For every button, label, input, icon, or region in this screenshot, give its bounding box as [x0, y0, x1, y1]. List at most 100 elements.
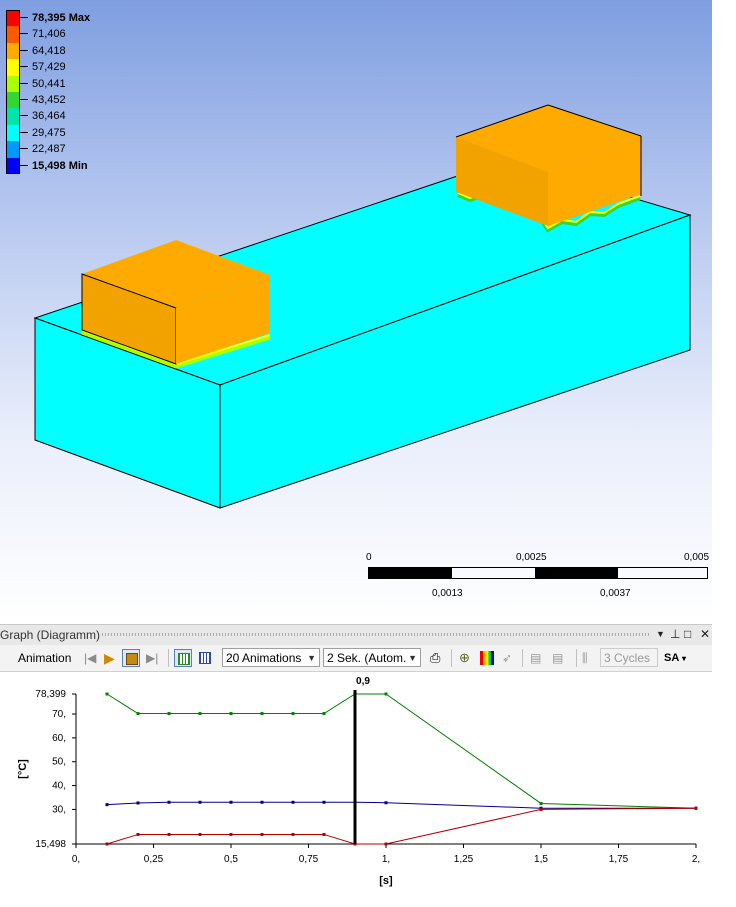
- maximize-icon[interactable]: □: [684, 627, 691, 641]
- x-tick-label: 0,5: [224, 854, 238, 865]
- next-frame-icon[interactable]: ▶|: [146, 649, 158, 667]
- probe-icon[interactable]: ➶: [502, 649, 512, 667]
- chevron-down-icon: ▾: [681, 654, 686, 663]
- y-tick-label: 30,: [52, 804, 66, 815]
- chevron-down-icon: ▼: [408, 653, 417, 663]
- dropdown-icon[interactable]: ▼: [656, 629, 665, 639]
- toolbar-separator: [168, 649, 169, 667]
- scale-bar-segments: [368, 567, 708, 579]
- data-point: [167, 800, 171, 804]
- data-point: [384, 801, 388, 805]
- cycles-value: 3 Cycles: [604, 651, 651, 665]
- data-point: [539, 801, 543, 805]
- y-axis-label: [°C]: [17, 759, 29, 779]
- series-line: [106, 807, 697, 845]
- scale-label-0: 0: [366, 552, 372, 563]
- data-point: [694, 806, 698, 810]
- data-point: [136, 832, 140, 836]
- result-sets-button[interactable]: [196, 649, 214, 667]
- panel-header-dots: [102, 633, 650, 636]
- animation-frames-value: 20 Animations: [226, 651, 302, 665]
- data-point: [105, 803, 109, 807]
- panel-title: Graph (Diagramm): [0, 628, 101, 642]
- data-point: [322, 800, 326, 804]
- data-point: [136, 712, 140, 716]
- data-point: [198, 800, 202, 804]
- data-point: [291, 800, 295, 804]
- animation-frames-select[interactable]: 20 Animations ▼: [222, 648, 320, 667]
- cycles-icon[interactable]: ⫼: [582, 649, 588, 667]
- data-point: [260, 832, 264, 836]
- data-point: [229, 800, 233, 804]
- y-tick-label: 78,399: [35, 689, 66, 700]
- data-point: [322, 712, 326, 716]
- time-marker-label: 0,9: [356, 676, 370, 687]
- y-tick-label: 60,: [52, 733, 66, 744]
- data-point: [291, 712, 295, 716]
- x-tick-label: 1,: [382, 854, 390, 865]
- scale-bar: 0 0,0025 0,005 0,0013 0,0037: [360, 550, 712, 610]
- table-alt-icon[interactable]: ▤: [552, 649, 563, 667]
- data-point: [167, 832, 171, 836]
- scale-label-0025: 0,0025: [516, 552, 547, 563]
- data-point: [260, 800, 264, 804]
- legend-toggle-icon[interactable]: [480, 651, 494, 665]
- stop-icon: [126, 653, 138, 665]
- 3d-viewport[interactable]: 78,395 Max 71,406 64,418 57,429 50,441 43,452…: [0, 0, 712, 620]
- scale-label-0005: 0,005: [684, 552, 710, 563]
- y-tick-label: 15,498: [35, 839, 66, 850]
- sa-label: SA: [664, 652, 679, 664]
- stop-button[interactable]: [122, 649, 140, 667]
- data-point: [198, 832, 202, 836]
- data-point: [105, 692, 109, 696]
- data-point: [198, 712, 202, 716]
- data-point: [384, 842, 388, 846]
- sa-dropdown[interactable]: SA ▾: [664, 649, 686, 667]
- x-axis-label: [s]: [379, 875, 393, 887]
- distributed-frames-icon: [178, 653, 190, 665]
- data-point: [291, 832, 295, 836]
- scale-label-00013: 0,0013: [432, 588, 463, 599]
- toolbar-separator: [451, 649, 452, 667]
- model-geometry: [33, 104, 692, 509]
- data-point: [136, 801, 140, 805]
- x-tick-label: 0,25: [144, 854, 164, 865]
- data-point: [384, 692, 388, 696]
- y-tick-label: 40,: [52, 781, 66, 792]
- toolbar-separator: [576, 649, 577, 667]
- close-icon[interactable]: ✕: [700, 627, 710, 641]
- x-tick-label: 0,75: [299, 854, 319, 865]
- cycles-field[interactable]: 3 Cycles: [600, 648, 658, 667]
- graph-panel-header: Graph (Diagramm) ▼ ⊥ □ ✕: [0, 624, 712, 645]
- previous-frame-icon[interactable]: |◀: [84, 649, 96, 667]
- animation-toolbar: Animation |◀ ▶ ▶| 20 Animations ▼ 2 Sek.…: [0, 645, 712, 672]
- temperature-graph[interactable]: 78,399 70, 60, 50, 40, 30, 15,498 0, 0,25 0,5 0,75…: [0, 672, 712, 902]
- play-icon[interactable]: ▶: [104, 649, 115, 667]
- chevron-down-icon: ▼: [307, 653, 316, 663]
- toolbar-separator: [522, 649, 523, 667]
- animation-label: Animation: [18, 651, 72, 665]
- export-video-icon[interactable]: ⎙: [430, 649, 440, 667]
- x-tick-label: 0,: [72, 854, 80, 865]
- data-point: [322, 832, 326, 836]
- series-line: [106, 693, 697, 809]
- y-tick-label: 50,: [52, 757, 66, 768]
- data-point: [539, 807, 543, 811]
- pin-icon[interactable]: ⊥: [670, 627, 680, 641]
- zoom-to-fit-icon[interactable]: ⊕: [459, 649, 470, 667]
- scale-label-00037: 0,0037: [600, 588, 631, 599]
- x-tick-label: 1,5: [534, 854, 548, 865]
- y-tick-label: 70,: [52, 709, 66, 720]
- x-tick-label: 1,75: [609, 854, 629, 865]
- result-sets-icon: [199, 652, 211, 664]
- data-point: [229, 712, 233, 716]
- x-tick-label: 2,: [692, 854, 700, 865]
- x-tick-label: 1,25: [454, 854, 474, 865]
- distributed-frames-button[interactable]: [174, 649, 192, 667]
- table-icon[interactable]: ▤: [530, 649, 541, 667]
- line-chart: 78,399 70, 60, 50, 40, 30, 15,498 0, 0,25 0,5 0,75…: [17, 676, 700, 887]
- data-point: [229, 832, 233, 836]
- data-point: [167, 712, 171, 716]
- data-point: [105, 842, 109, 846]
- animation-duration-select[interactable]: 2 Sek. (Autom. ▼: [323, 648, 421, 667]
